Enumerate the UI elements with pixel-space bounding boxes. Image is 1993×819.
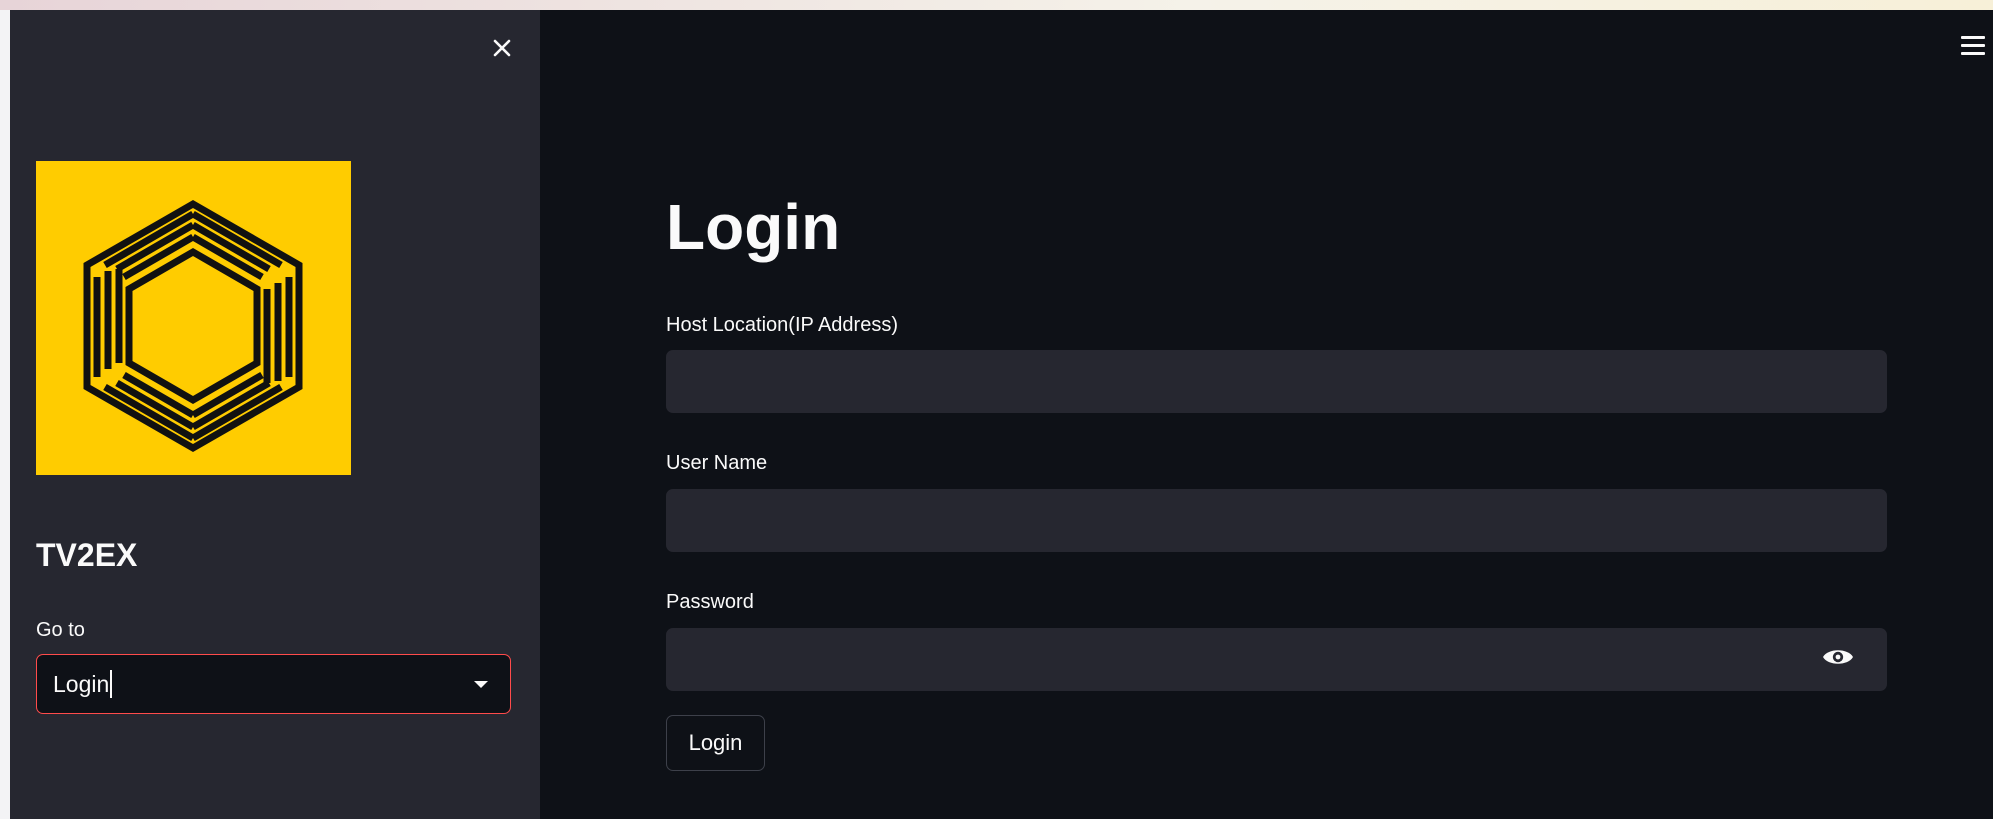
main-content: Login Host Location(IP Address) User Nam…: [540, 10, 1993, 819]
logo: [36, 161, 351, 475]
login-button[interactable]: Login: [666, 715, 765, 771]
password-input[interactable]: [666, 628, 1887, 691]
user-name-input[interactable]: [666, 489, 1887, 552]
password-label: Password: [666, 591, 754, 613]
window-top-edge: [0, 0, 1993, 10]
hamburger-menu-icon[interactable]: [1961, 36, 1985, 58]
eye-icon: [1823, 650, 1853, 664]
close-icon: [493, 39, 511, 57]
page-title: Login: [666, 191, 841, 263]
goto-select[interactable]: Login: [36, 654, 511, 714]
brand-title: TV2EX: [36, 537, 138, 573]
goto-selected-value: Login: [53, 670, 110, 697]
sidebar: TV2EX Go to Login: [10, 10, 540, 819]
text-cursor: [110, 670, 112, 698]
host-location-label: Host Location(IP Address): [666, 314, 898, 336]
close-sidebar-button[interactable]: [488, 34, 516, 62]
app: TV2EX Go to Login Login Host Location(IP…: [10, 10, 1993, 819]
user-name-label: User Name: [666, 452, 768, 474]
show-password-button[interactable]: [1820, 639, 1856, 675]
host-location-input[interactable]: [666, 350, 1887, 413]
chevron-down-icon[interactable]: [474, 681, 488, 688]
hexagon-lines-logo: [83, 199, 303, 453]
goto-label: Go to: [36, 619, 85, 641]
